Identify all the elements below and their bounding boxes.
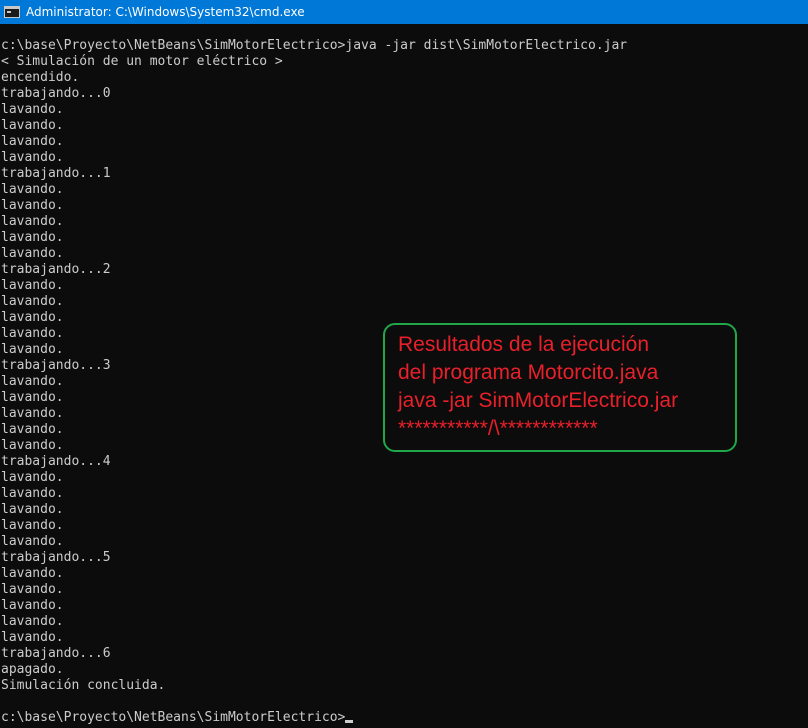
- console-line: trabajando...1: [1, 166, 111, 181]
- console-line: lavando.: [1, 230, 64, 245]
- console-line: lavando.: [1, 582, 64, 597]
- console-line: lavando.: [1, 198, 64, 213]
- console-line: < Simulación de un motor eléctrico >: [1, 54, 283, 69]
- console-line: trabajando...4: [1, 454, 111, 469]
- console-line: trabajando...2: [1, 262, 111, 277]
- annotation-box: Resultados de la ejecución del programa M…: [383, 323, 737, 452]
- console-line: lavando.: [1, 214, 64, 229]
- console-line: lavando.: [1, 278, 64, 293]
- console-line: c:\base\Proyecto\NetBeans\SimMotorElectr…: [1, 38, 628, 53]
- console-line: lavando.: [1, 294, 64, 309]
- console-line: lavando.: [1, 614, 64, 629]
- console-line: trabajando...5: [1, 550, 111, 565]
- console-line: lavando.: [1, 102, 64, 117]
- console-line: lavando.: [1, 486, 64, 501]
- console-icon[interactable]: [4, 6, 20, 18]
- console-line: Simulación concluida.: [1, 678, 166, 693]
- console-line: lavando.: [1, 118, 64, 133]
- console-line: lavando.: [1, 470, 64, 485]
- console-line: encendido.: [1, 70, 80, 85]
- console-line: lavando.: [1, 566, 64, 581]
- console-line: lavando.: [1, 518, 64, 533]
- annotation-line: ***********/\************: [398, 417, 598, 440]
- cmd-window: Administrator: C:\Windows\System32\cmd.e…: [0, 0, 808, 728]
- console-line: lavando.: [1, 134, 64, 149]
- annotation-line: java -jar SimMotorElectrico.jar: [398, 389, 679, 412]
- console-line: lavando.: [1, 246, 64, 261]
- console-line: lavando.: [1, 182, 64, 197]
- window-title: Administrator: C:\Windows\System32\cmd.e…: [26, 5, 305, 19]
- text-cursor: [345, 720, 354, 723]
- console-line: lavando.: [1, 502, 64, 517]
- console-line: lavando.: [1, 630, 64, 645]
- annotation-line: Resultados de la ejecución: [398, 333, 649, 356]
- title-bar[interactable]: Administrator: C:\Windows\System32\cmd.e…: [0, 0, 808, 24]
- command-prompt: c:\base\Proyecto\NetBeans\SimMotorElectr…: [1, 710, 346, 725]
- annotation-line: del programa Motorcito.java: [398, 361, 659, 384]
- console-line: lavando.: [1, 534, 64, 549]
- console-line: trabajando...0: [1, 86, 111, 101]
- console-line: trabajando...6: [1, 646, 111, 661]
- console-line: apagado.: [1, 662, 64, 677]
- command-prompt-line[interactable]: c:\base\Proyecto\NetBeans\SimMotorElectr…: [1, 710, 807, 726]
- console-line: lavando.: [1, 150, 64, 165]
- console-line: lavando.: [1, 598, 64, 613]
